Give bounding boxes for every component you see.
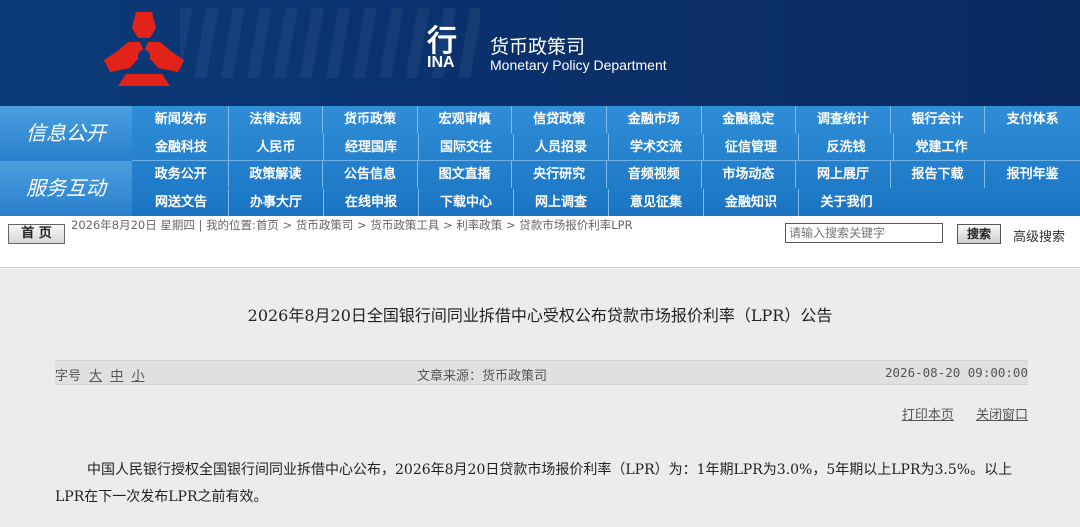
nav-item-news[interactable]: 新闻发布	[134, 106, 229, 133]
nav-row-1: 新闻发布 法律法规 货币政策 宏观审慎 信贷政策 金融市场 金融稳定 调查统计 …	[134, 106, 1080, 133]
breadcrumb-lpr[interactable]: 贷款市场报价利率LPR	[519, 218, 632, 232]
nav-item-survey[interactable]: 网上调查	[514, 189, 609, 216]
nav-item-market-dynamics[interactable]: 市场动态	[702, 161, 797, 188]
breadcrumb-monetary-dept[interactable]: 货币政策司	[296, 218, 354, 232]
nav-item-feedback[interactable]: 意见征集	[609, 189, 704, 216]
nav-item-rmb[interactable]: 人民币	[229, 134, 324, 161]
breadcrumb-separator: >	[357, 218, 367, 232]
article-datetime: 2026-08-20 09:00:00	[885, 365, 1028, 380]
nav-item-announcements[interactable]: 公告信息	[323, 161, 418, 188]
nav-row-3: 政务公开 政策解读 公告信息 图文直播 央行研究 音频视频 市场动态 网上展厅 …	[134, 161, 1080, 188]
nav-item-gov-affairs[interactable]: 政务公开	[134, 161, 229, 188]
nav-item-international[interactable]: 国际交往	[419, 134, 514, 161]
nav-item-laws[interactable]: 法律法规	[229, 106, 324, 133]
article-container: 2026年8月20日全国银行间同业拆借中心受权公布贷款市场报价利率（LPR）公告…	[0, 268, 1080, 527]
article-body: 中国人民银行授权全国银行间同业拆借中心公布，2026年8月20日贷款市场报价利率…	[55, 462, 1013, 505]
breadcrumb: 2026年8月20日 星期四 | 我的位置:首页 > 货币政策司 > 货币政策工…	[71, 218, 633, 232]
nav-item-documents[interactable]: 网送文告	[134, 189, 229, 216]
advanced-search-link[interactable]: 高级搜索	[1013, 226, 1065, 245]
main-navigation: 信息公开 新闻发布 法律法规 货币政策 宏观审慎 信贷政策 金融市场 金融稳定 …	[0, 106, 1080, 216]
article-source: 文章来源：货币政策司	[417, 369, 548, 384]
nav-item-reports[interactable]: 报告下载	[891, 161, 986, 188]
nav-item-monetary-policy[interactable]: 货币政策	[323, 106, 418, 133]
nav-item-downloads[interactable]: 下载中心	[419, 189, 514, 216]
spacer	[0, 251, 1080, 268]
bank-logo-icon[interactable]	[100, 8, 188, 90]
nav-group-service: 服务互动 政务公开 政策解读 公告信息 图文直播 央行研究 音频视频 市场动态 …	[0, 161, 1080, 216]
nav-item-credit-reference[interactable]: 征信管理	[704, 134, 799, 161]
nav-row-4: 网送文告 办事大厅 在线申报 下载中心 网上调查 意见征集 金融知识 关于我们	[134, 189, 1080, 216]
nav-item-treasury[interactable]: 经理国库	[324, 134, 419, 161]
nav-item-payment-system[interactable]: 支付体系	[985, 106, 1080, 133]
search-input[interactable]	[785, 223, 943, 243]
nav-item-fintech[interactable]: 金融科技	[134, 134, 229, 161]
nav-item-financial-stability[interactable]: 金融稳定	[702, 106, 797, 133]
bank-name-en-fragment: INA	[427, 54, 455, 71]
breadcrumb-rate-policy[interactable]: 利率政策	[456, 218, 502, 232]
nav-item-yearbooks[interactable]: 报刊年鉴	[985, 161, 1080, 188]
nav-group-title-service: 服务互动	[0, 161, 132, 216]
nav-item-financial-markets[interactable]: 金融市场	[607, 106, 702, 133]
print-page-link[interactable]: 打印本页	[902, 408, 954, 423]
font-size-controls: 字号 大 中 小	[55, 365, 144, 384]
nav-group-title-info: 信息公开	[0, 106, 132, 161]
article-tools: 打印本页 关闭窗口	[884, 404, 1028, 423]
breadcrumb-separator: >	[443, 218, 453, 232]
font-size-medium-link[interactable]: 中	[110, 369, 123, 384]
location-label: 我的位置:	[206, 218, 256, 232]
font-size-small-link[interactable]: 小	[131, 369, 144, 384]
nav-item-about[interactable]: 关于我们	[799, 189, 894, 216]
font-size-large-link[interactable]: 大	[89, 369, 102, 384]
nav-item-statistics[interactable]: 调查统计	[796, 106, 891, 133]
nav-item-party-building[interactable]: 党建工作	[894, 134, 989, 161]
header-banner: 行 INA 货币政策司 Monetary Policy Department	[0, 0, 1080, 106]
font-size-label: 字号	[55, 369, 82, 384]
nav-row-2: 金融科技 人民币 经理国库 国际交往 人员招录 学术交流 征信管理 反洗钱 党建…	[134, 134, 1080, 161]
nav-item-service-hall[interactable]: 办事大厅	[229, 189, 324, 216]
breadcrumb-policy-tools[interactable]: 货币政策工具	[370, 218, 439, 232]
nav-item-live[interactable]: 图文直播	[418, 161, 513, 188]
nav-item-online-filing[interactable]: 在线申报	[324, 189, 419, 216]
breadcrumb-bar: 首 页 2026年8月20日 星期四 | 我的位置:首页 > 货币政策司 > 货…	[0, 216, 1080, 251]
nav-item-credit-policy[interactable]: 信贷政策	[512, 106, 607, 133]
nav-item-bank-accounting[interactable]: 银行会计	[891, 106, 986, 133]
nav-group-info: 信息公开 新闻发布 法律法规 货币政策 宏观审慎 信贷政策 金融市场 金融稳定 …	[0, 106, 1080, 161]
nav-item-financial-knowledge[interactable]: 金融知识	[704, 189, 799, 216]
department-name-en: Monetary Policy Department	[490, 57, 667, 73]
search-button[interactable]: 搜索	[957, 224, 1001, 244]
home-button[interactable]: 首 页	[8, 224, 65, 244]
nav-item-macroprudential[interactable]: 宏观审慎	[418, 106, 513, 133]
nav-item-academic[interactable]: 学术交流	[609, 134, 704, 161]
nav-item-policy-interpretation[interactable]: 政策解读	[229, 161, 324, 188]
nav-item-exhibition[interactable]: 网上展厅	[796, 161, 891, 188]
breadcrumb-home[interactable]: 首页	[256, 218, 279, 232]
breadcrumb-separator: >	[282, 218, 293, 232]
current-date: 2026年8月20日 星期四	[71, 218, 195, 232]
article-title: 2026年8月20日全国银行间同业拆借中心受权公布贷款市场报价利率（LPR）公告	[247, 306, 833, 325]
article-meta-bar: 字号 大 中 小 文章来源：货币政策司 2026-08-20 09:00:00	[55, 360, 1028, 385]
nav-item-recruitment[interactable]: 人员招录	[514, 134, 609, 161]
breadcrumb-separator: >	[505, 218, 516, 232]
nav-item-research[interactable]: 央行研究	[512, 161, 607, 188]
nav-item-aml[interactable]: 反洗钱	[799, 134, 894, 161]
nav-item-media[interactable]: 音频视频	[607, 161, 702, 188]
department-name-cn: 货币政策司	[490, 36, 586, 58]
close-window-link[interactable]: 关闭窗口	[976, 408, 1028, 423]
